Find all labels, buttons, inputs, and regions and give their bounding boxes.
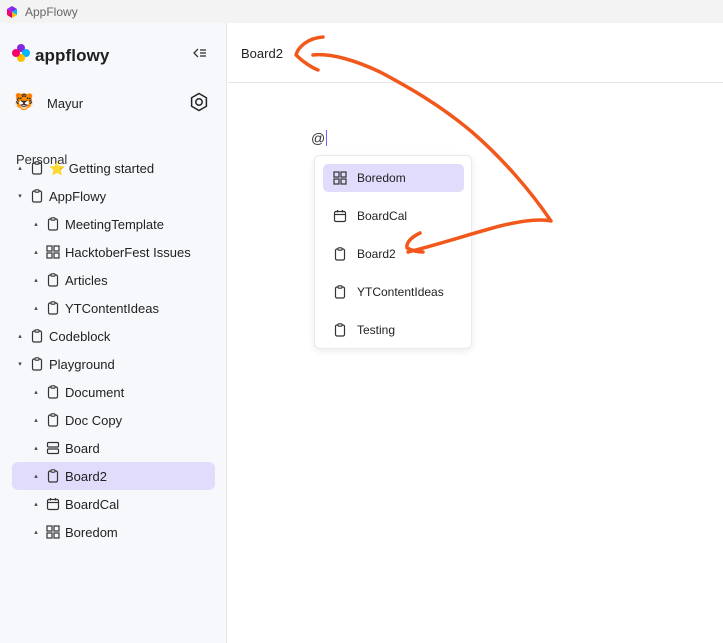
caret-right-icon[interactable]: ▴: [32, 500, 40, 508]
page-icon: [30, 161, 44, 175]
page-icon: [30, 189, 44, 203]
caret-right-icon[interactable]: ▴: [32, 276, 40, 284]
page-icon: [46, 273, 60, 287]
mention-option-label: Testing: [357, 323, 396, 337]
mention-option-boredom[interactable]: Boredom: [323, 164, 464, 192]
mention-option-label: Board2: [357, 247, 396, 261]
page-icon: [46, 385, 60, 399]
sidebar-item-boredom[interactable]: ▴ Boredom: [12, 518, 215, 546]
caret-right-icon[interactable]: ▴: [32, 220, 40, 228]
caret-right-icon[interactable]: ▴: [32, 304, 40, 312]
sidebar-item-appflowy[interactable]: ▾ AppFlowy: [12, 182, 215, 210]
window-title: AppFlowy: [25, 4, 78, 19]
sidebar-item-doc-copy[interactable]: ▴ Doc Copy: [12, 406, 215, 434]
grid-icon: [333, 171, 347, 185]
sidebar-item-label: Boredom: [65, 525, 118, 540]
caret-right-icon[interactable]: ▴: [32, 528, 40, 536]
mention-option-ytcontentideas[interactable]: YTContentIdeas: [323, 278, 464, 306]
sidebar-item-ytcontentideas[interactable]: ▴ YTContentIdeas: [12, 294, 215, 322]
sidebar-item-boardcal[interactable]: ▴ BoardCal: [12, 490, 215, 518]
page-icon: [46, 413, 60, 427]
appflowy-logo-icon: [11, 43, 31, 68]
sidebar-item-label: Document: [65, 385, 125, 400]
page-icon: [30, 329, 44, 343]
sidebar-item-board2[interactable]: ▴ Board2: [12, 462, 215, 490]
sidebar-item-label: Codeblock: [49, 329, 111, 344]
page-tree: ▴ ⭐ Getting started ▾ AppFlowy ▴ MeetingTempl…: [12, 154, 215, 546]
sidebar-item-label: Doc Copy: [65, 413, 123, 428]
collapse-sidebar-icon[interactable]: [191, 44, 209, 62]
sidebar-item-label: Board: [65, 441, 100, 456]
caret-right-icon[interactable]: ▴: [16, 332, 24, 340]
caret-down-icon[interactable]: ▾: [16, 360, 24, 368]
appflowy-logo-icon: [5, 5, 19, 19]
sidebar-item-label: HacktoberFest Issues: [65, 245, 191, 260]
page-icon: [30, 357, 44, 371]
sidebar-item-meetingtemplate[interactable]: ▴ MeetingTemplate: [12, 210, 215, 238]
brand: appflowy: [11, 43, 109, 68]
board-icon: [46, 441, 60, 455]
sidebar-item-label: AppFlowy: [49, 189, 107, 204]
mention-option-testing[interactable]: Testing: [323, 316, 464, 344]
sidebar-item-label: MeetingTemplate: [65, 217, 164, 232]
page-icon: [333, 323, 347, 337]
mention-option-boardcal[interactable]: BoardCal: [323, 202, 464, 230]
mention-menu: Boredom BoardCal Board2 YTContentIdeas Testi…: [314, 155, 472, 349]
window-titlebar: AppFlowy: [0, 0, 723, 23]
caret-right-icon[interactable]: ▴: [32, 444, 40, 452]
sidebar-item-hacktoberfest-issues[interactable]: ▴ HacktoberFest Issues: [12, 238, 215, 266]
avatar: 🐯: [14, 94, 34, 111]
caret-right-icon[interactable]: ▴: [32, 472, 40, 480]
sidebar-item-label: Articles: [65, 273, 108, 288]
user-name: Mayur: [47, 95, 84, 111]
caret-down-icon[interactable]: ▾: [16, 192, 24, 200]
sidebar-item-codeblock[interactable]: ▴ Codeblock: [12, 322, 215, 350]
caret-right-icon[interactable]: ▴: [32, 388, 40, 396]
sidebar-item-board[interactable]: ▴ Board: [12, 434, 215, 462]
sidebar-item-playground[interactable]: ▾ Playground: [12, 350, 215, 378]
sidebar-item-articles[interactable]: ▴ Articles: [12, 266, 215, 294]
page-icon: [333, 247, 347, 261]
sidebar-item-label: YTContentIdeas: [65, 301, 159, 316]
sidebar-item-label: Board2: [65, 469, 107, 484]
breadcrumb[interactable]: Board2: [241, 46, 283, 61]
editor-text[interactable]: @: [311, 130, 328, 146]
caret-right-icon[interactable]: ▴: [32, 416, 40, 424]
page-icon: [46, 469, 60, 483]
mention-option-label: BoardCal: [357, 209, 408, 223]
text-cursor: [326, 130, 328, 146]
caret-right-icon[interactable]: ▴: [16, 164, 24, 172]
page-icon: [46, 301, 60, 315]
mention-option-board2[interactable]: Board2: [323, 240, 464, 268]
page-icon: [46, 217, 60, 231]
grid-icon: [46, 245, 60, 259]
sidebar-item-label: BoardCal: [65, 497, 120, 512]
brand-name: appflowy: [35, 45, 110, 65]
sidebar-item-label: Playground: [49, 357, 115, 372]
editor-header: Board2: [228, 23, 723, 83]
sidebar-item-label: ⭐ Getting started: [49, 161, 155, 176]
grid-icon: [46, 525, 60, 539]
editor-typed-text: @: [311, 130, 326, 146]
mention-option-label: YTContentIdeas: [357, 285, 444, 299]
user-row[interactable]: 🐯 Mayur: [14, 91, 209, 115]
settings-gear-icon[interactable]: [189, 92, 209, 112]
sidebar-item-document[interactable]: ▴ Document: [12, 378, 215, 406]
mention-option-label: Boredom: [357, 171, 406, 185]
calendar-icon: [46, 497, 60, 511]
page-icon: [333, 285, 347, 299]
caret-right-icon[interactable]: ▴: [32, 248, 40, 256]
calendar-icon: [333, 209, 347, 223]
sidebar-item-getting-started[interactable]: ▴ ⭐ Getting started: [12, 154, 215, 182]
